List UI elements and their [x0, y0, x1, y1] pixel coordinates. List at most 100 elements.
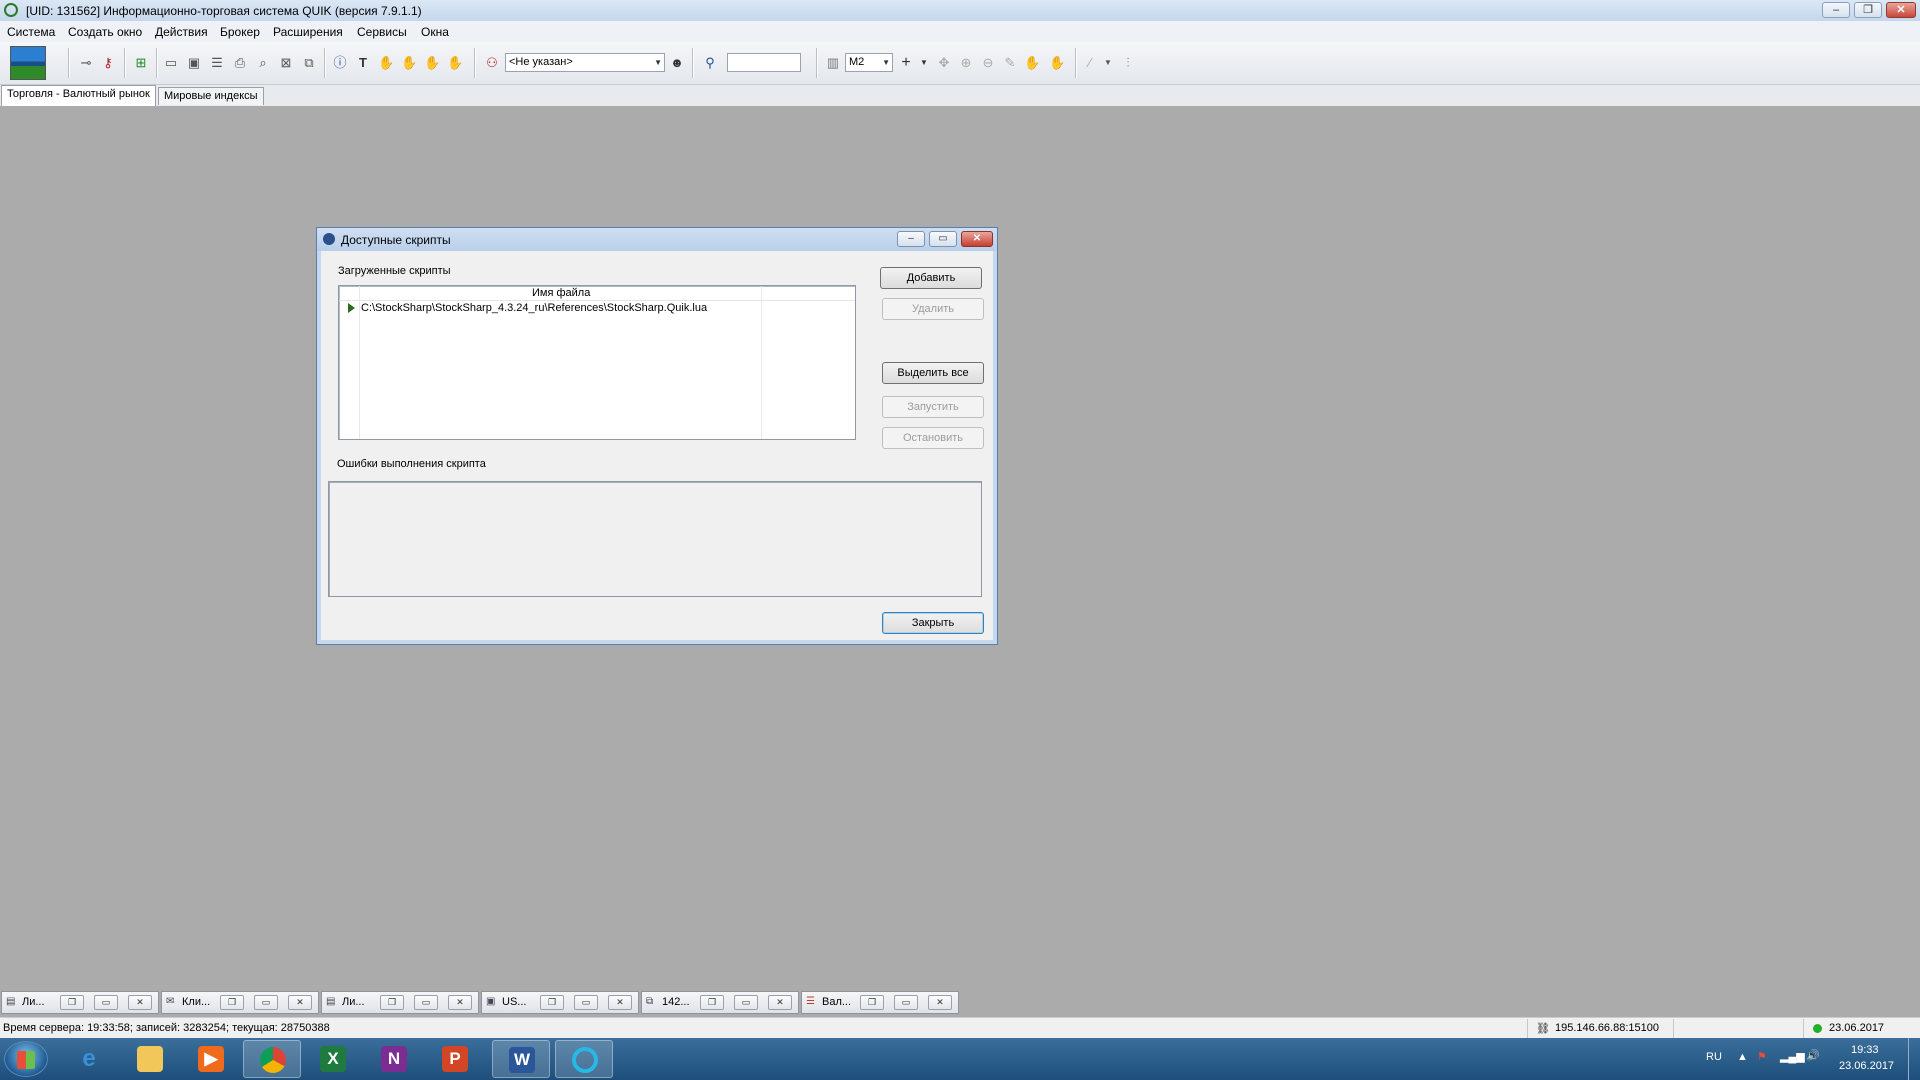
close-icon[interactable]: ✕	[608, 995, 632, 1010]
run-button[interactable]: Запустить	[882, 396, 984, 418]
hand-icon-2[interactable]: ✋	[401, 55, 417, 71]
add-indicator-icon[interactable]: +	[898, 55, 914, 71]
show-desktop-button[interactable]	[1908, 1038, 1920, 1080]
close-icon[interactable]: ✕	[128, 995, 152, 1010]
candles-icon[interactable]: ⫶	[1120, 55, 1136, 71]
move-icon[interactable]: ✥	[936, 55, 952, 71]
maximize-icon[interactable]: ▭	[414, 995, 438, 1010]
zoom-out-icon[interactable]: ⊖	[980, 55, 996, 71]
hand-icon-3[interactable]: ✋	[424, 55, 440, 71]
hand-icon-1[interactable]: ✋	[378, 55, 394, 71]
restore-icon[interactable]: ❐	[60, 995, 84, 1010]
maximize-icon[interactable]: ▭	[254, 995, 278, 1010]
volume-icon[interactable]: 🔊	[1806, 1049, 1820, 1062]
minimized-window[interactable]: ▤ Ли... ❐ ▭ ✕	[1, 991, 159, 1014]
minimized-window[interactable]: ✉ Кли... ❐ ▭ ✕	[161, 991, 319, 1014]
preview-icon[interactable]: ⌕	[255, 55, 271, 71]
menu-create-window[interactable]: Создать окно	[68, 25, 142, 39]
add-button[interactable]: Добавить	[880, 267, 982, 289]
close-button[interactable]: ✕	[1886, 2, 1916, 18]
dialog-minimize-button[interactable]: –	[897, 231, 925, 247]
menu-extensions[interactable]: Расширения	[273, 25, 343, 39]
script-errors-box[interactable]	[328, 481, 982, 597]
table-row[interactable]: C:\StockSharp\StockSharp_4.3.24_ru\Refer…	[339, 301, 855, 315]
search-input[interactable]	[727, 53, 801, 72]
ruler-icon[interactable]: ✎	[1002, 55, 1018, 71]
chart-type-icon[interactable]: ▥	[825, 55, 841, 71]
menu-broker[interactable]: Брокер	[220, 25, 260, 39]
close-icon[interactable]: ✕	[448, 995, 472, 1010]
remove-button[interactable]: Удалить	[882, 298, 984, 320]
restore-icon[interactable]: ❐	[220, 995, 244, 1010]
menu-services[interactable]: Сервисы	[357, 25, 407, 39]
info-icon[interactable]: ⓘ	[332, 55, 348, 71]
client-icon[interactable]: ⚇	[484, 55, 500, 71]
restore-button[interactable]: ❐	[1854, 2, 1882, 18]
stop-button[interactable]: Остановить	[882, 427, 984, 449]
maximize-icon[interactable]: ▭	[574, 995, 598, 1010]
delete-window-icon[interactable]: ⊠	[278, 55, 294, 71]
tab-world-indices[interactable]: Мировые индексы	[158, 87, 264, 105]
network-signal-icon[interactable]: ▂▄▆	[1780, 1050, 1805, 1063]
dialog-close-button[interactable]: ✕	[961, 231, 993, 247]
taskbar-internet-explorer[interactable]: e	[60, 1040, 118, 1078]
taskbar-onenote[interactable]: N	[365, 1040, 423, 1078]
taskbar-chrome[interactable]	[243, 1040, 301, 1078]
start-button[interactable]	[4, 1041, 48, 1077]
table-icon[interactable]: ☰	[209, 55, 225, 71]
scripts-table[interactable]: Имя файла C:\StockSharp\StockSharp_4.3.2…	[338, 285, 856, 440]
language-indicator[interactable]: RU	[1706, 1051, 1722, 1063]
taskbar-word[interactable]: W	[492, 1040, 550, 1078]
quotes-icon[interactable]: ▭	[163, 55, 179, 71]
column-filename-header[interactable]: Имя файла	[532, 286, 590, 300]
menu-actions[interactable]: Действия	[155, 25, 208, 39]
action-center-flag-icon[interactable]: ⚑	[1757, 1050, 1767, 1063]
account-combo[interactable]: <Не указан> ▼	[505, 53, 665, 72]
print-icon[interactable]: ⎙	[232, 55, 248, 71]
disconnect-icon[interactable]: ⚷	[100, 55, 116, 71]
minimized-window[interactable]: ▣ US... ❐ ▭ ✕	[481, 991, 639, 1014]
interval-combo[interactable]: M2 ▼	[845, 53, 893, 72]
grab-icon[interactable]: ✋	[1049, 55, 1065, 71]
select-all-button[interactable]: Выделить все	[882, 362, 984, 384]
close-icon[interactable]: ✕	[768, 995, 792, 1010]
user-icon[interactable]: ☻	[669, 55, 685, 71]
restore-icon[interactable]: ❐	[860, 995, 884, 1010]
tray-date[interactable]: 23.06.2017	[1839, 1060, 1894, 1072]
show-hidden-icons-icon[interactable]: ▲	[1737, 1051, 1748, 1063]
chart-window-icon[interactable]: ▣	[186, 55, 202, 71]
tray-time[interactable]: 19:33	[1851, 1044, 1879, 1056]
taskbar-powerpoint[interactable]: P	[426, 1040, 484, 1078]
maximize-icon[interactable]: ▭	[894, 995, 918, 1010]
close-dialog-button[interactable]: Закрыть	[882, 612, 984, 634]
draw-line-icon[interactable]: ∕	[1082, 55, 1098, 71]
minimized-window[interactable]: ▤ Ли... ❐ ▭ ✕	[321, 991, 479, 1014]
restore-icon[interactable]: ❐	[380, 995, 404, 1010]
chevron-down-icon[interactable]: ▼	[1100, 55, 1116, 71]
connect-icon[interactable]: ⊸	[78, 55, 94, 71]
minimized-window[interactable]: ☰ Вал... ❐ ▭ ✕	[801, 991, 959, 1014]
taskbar-file-explorer[interactable]	[121, 1040, 179, 1078]
close-icon[interactable]: ✕	[288, 995, 312, 1010]
maximize-icon[interactable]: ▭	[734, 995, 758, 1010]
taskbar-media-player[interactable]: ▶	[182, 1040, 240, 1078]
add-window-icon[interactable]: ⊞	[133, 55, 149, 71]
dialog-maximize-button[interactable]: ▭	[929, 231, 957, 247]
tab-currency-market[interactable]: Торговля - Валютный рынок	[1, 85, 156, 106]
minimize-button[interactable]: –	[1822, 2, 1850, 18]
maximize-icon[interactable]: ▭	[94, 995, 118, 1010]
restore-icon[interactable]: ❐	[540, 995, 564, 1010]
dialog-title-bar[interactable]: Доступные скрипты – ▭ ✕	[317, 228, 997, 251]
hand-icon-4[interactable]: ✋	[447, 55, 463, 71]
zoom-in-icon[interactable]: ⊕	[958, 55, 974, 71]
chevron-down-icon[interactable]: ▼	[916, 55, 932, 71]
text-tool-icon[interactable]: T	[355, 55, 371, 71]
pan-icon[interactable]: ✋	[1024, 55, 1040, 71]
close-icon[interactable]: ✕	[928, 995, 952, 1010]
search-icon[interactable]: ⚲	[702, 55, 718, 71]
restore-icon[interactable]: ❐	[700, 995, 724, 1010]
minimized-window[interactable]: ⧉ 142... ❐ ▭ ✕	[641, 991, 799, 1014]
menu-system[interactable]: Система	[7, 25, 55, 39]
taskbar-app-o[interactable]	[555, 1040, 613, 1078]
copy-window-icon[interactable]: ⧉	[301, 55, 317, 71]
